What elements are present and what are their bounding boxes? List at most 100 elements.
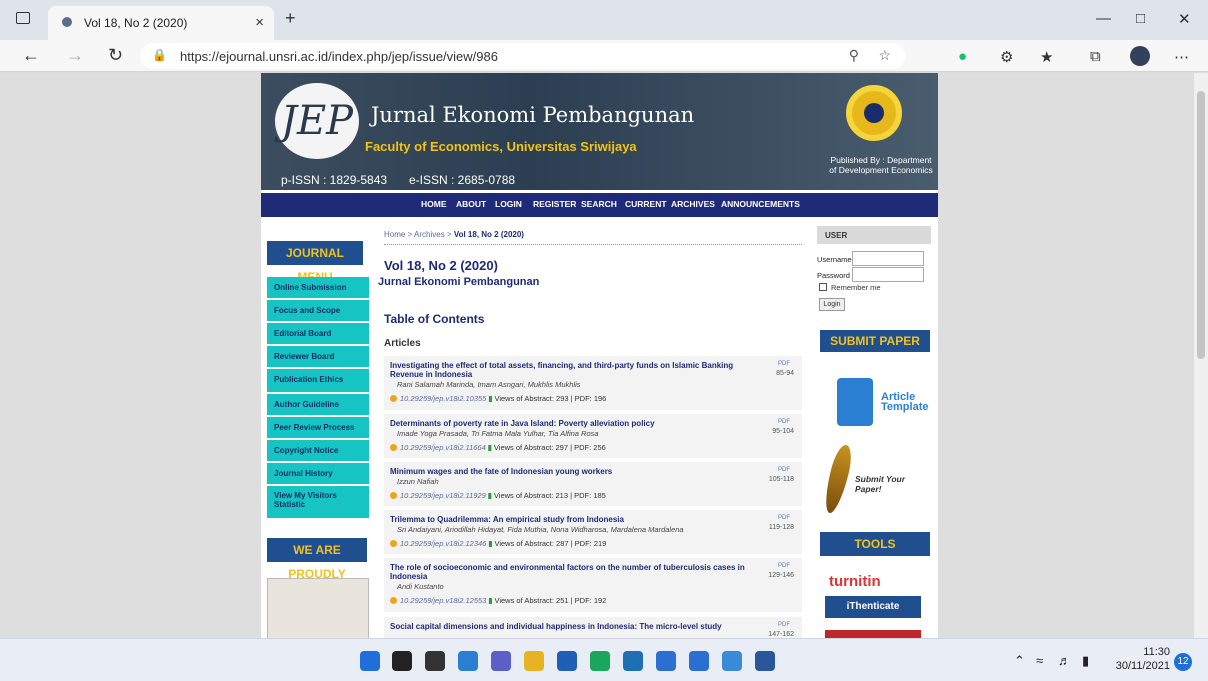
more-icon[interactable]: ⋯: [1174, 48, 1189, 66]
pdf-link[interactable]: PDF: [778, 515, 790, 521]
jep-logo[interactable]: JEP: [275, 83, 359, 159]
extensions-icon[interactable]: ⚙: [1000, 48, 1013, 66]
profile-icon[interactable]: [1130, 46, 1150, 66]
breadcrumb-home[interactable]: Home: [384, 230, 405, 239]
store-icon[interactable]: [557, 651, 577, 671]
vertical-scrollbar[interactable]: [1194, 73, 1208, 638]
task-view-icon[interactable]: [458, 651, 478, 671]
url-text[interactable]: https://ejournal.unsri.ac.id/index.php/j…: [180, 49, 498, 64]
grammarly-icon[interactable]: ●: [958, 48, 967, 65]
pdf-link[interactable]: PDF: [778, 563, 790, 569]
article-title[interactable]: Trilemma to Quadrilemma: An empirical st…: [390, 515, 750, 524]
zoom-icon[interactable]: ⚲: [849, 47, 859, 64]
wifi-icon[interactable]: ≈: [1036, 653, 1043, 668]
nav-current[interactable]: CURRENT: [625, 199, 667, 209]
menu-online-submission[interactable]: Online Submission: [267, 277, 369, 298]
document-icon: [837, 378, 873, 426]
widgets-icon[interactable]: [425, 651, 445, 671]
notification-badge[interactable]: 12: [1174, 653, 1192, 671]
article-template-link[interactable]: Article Template: [837, 374, 928, 430]
article-title[interactable]: Determinants of poverty rate in Java Isl…: [390, 419, 750, 428]
pdf-link[interactable]: PDF: [778, 467, 790, 473]
chevron-up-icon[interactable]: ⌃: [1014, 653, 1025, 669]
favorites-icon[interactable]: ★: [1040, 48, 1053, 66]
doi-icon: [390, 540, 397, 547]
submit-your-paper-link[interactable]: Submit Your Paper!: [820, 442, 929, 516]
menu-visitors-statistic[interactable]: View My Visitors Statistic: [267, 486, 369, 518]
breadcrumb-current[interactable]: Vol 18, No 2 (2020): [454, 230, 524, 239]
nav-search[interactable]: SEARCH: [581, 199, 617, 209]
menu-author-guideline[interactable]: Author Guideline: [267, 394, 369, 415]
stats-icon: ▮: [488, 596, 493, 605]
menu-reviewer-board[interactable]: Reviewer Board: [267, 346, 369, 367]
edge-icon[interactable]: [590, 651, 610, 671]
search-icon[interactable]: [392, 651, 412, 671]
stats-icon: ▮: [487, 491, 492, 500]
forward-icon[interactable]: →: [66, 45, 84, 66]
tool-banner[interactable]: [825, 630, 921, 638]
pdf-link[interactable]: PDF: [778, 419, 790, 425]
new-tab-button[interactable]: +: [285, 8, 296, 29]
doi-link[interactable]: 10.29259/jep.v18i2.10355: [400, 394, 486, 403]
tab-bar: Vol 18, No 2 (2020) × + — □ ✕: [0, 0, 1208, 40]
lock-icon[interactable]: 🔒: [152, 48, 167, 62]
nav-announcements[interactable]: ANNOUNCEMENTS: [721, 199, 800, 209]
p-issn: p-ISSN : 1829-5843: [281, 173, 388, 187]
breadcrumb-archives[interactable]: Archives: [414, 230, 445, 239]
doi-link[interactable]: 10.29259/jep.v18i2.11664: [400, 443, 486, 452]
restore-icon[interactable]: □: [1136, 10, 1145, 27]
browser-tab[interactable]: Vol 18, No 2 (2020) ×: [48, 6, 274, 40]
back-icon[interactable]: ←: [22, 45, 40, 66]
notepad-icon[interactable]: [689, 651, 709, 671]
login-button[interactable]: Login: [819, 298, 845, 311]
window-menu-icon[interactable]: [16, 12, 30, 24]
scrollbar-thumb[interactable]: [1197, 91, 1205, 359]
article-title[interactable]: The role of socioeconomic and environmen…: [390, 563, 750, 581]
minimize-icon[interactable]: —: [1096, 10, 1111, 27]
mail-icon[interactable]: [623, 651, 643, 671]
turnitin-logo[interactable]: turnitin: [829, 573, 881, 590]
nav-archives[interactable]: ARCHIVES: [671, 199, 715, 209]
close-tab-icon[interactable]: ×: [255, 14, 264, 31]
nav-about[interactable]: ABOUT: [456, 199, 486, 209]
close-window-icon[interactable]: ✕: [1178, 10, 1191, 28]
checkbox[interactable]: [819, 283, 827, 291]
menu-copyright-notice[interactable]: Copyright Notice: [267, 440, 369, 461]
doi-link[interactable]: 10.29259/jep.v18i2.12553: [400, 596, 486, 605]
article-title[interactable]: Social capital dimensions and individual…: [390, 622, 750, 631]
refresh-icon[interactable]: ↻: [108, 45, 123, 66]
username-field[interactable]: [852, 251, 924, 266]
article-title[interactable]: Minimum wages and the fate of Indonesian…: [390, 467, 750, 476]
doi-link[interactable]: 10.29259/jep.v18i2.11929: [400, 491, 486, 500]
start-icon[interactable]: [360, 651, 380, 671]
photos-icon[interactable]: [722, 651, 742, 671]
word-icon[interactable]: [755, 651, 775, 671]
nav-login[interactable]: LOGIN: [495, 199, 522, 209]
read-aloud-icon[interactable]: ☆: [878, 47, 891, 64]
doi-link[interactable]: 10.29259/jep.v18i2.12346: [400, 539, 486, 548]
article-title[interactable]: Investigating the effect of total assets…: [390, 361, 750, 379]
pdf-link[interactable]: PDF: [778, 361, 790, 367]
chat-icon[interactable]: [491, 651, 511, 671]
certificate-image[interactable]: [267, 578, 369, 638]
ithenticate-logo[interactable]: iThenticate: [825, 596, 921, 618]
remember-me[interactable]: Remember me: [819, 283, 881, 292]
battery-icon[interactable]: ▮: [1082, 653, 1089, 669]
pdf-link[interactable]: PDF: [778, 622, 790, 628]
menu-peer-review[interactable]: Peer Review Process: [267, 417, 369, 438]
menu-focus-scope[interactable]: Focus and Scope: [267, 300, 369, 321]
menu-editorial-board[interactable]: Editorial Board: [267, 323, 369, 344]
address-bar[interactable]: 🔒 https://ejournal.unsri.ac.id/index.php…: [140, 43, 905, 69]
collections-icon[interactable]: ⧉: [1090, 48, 1101, 65]
volume-icon[interactable]: ♬: [1058, 653, 1071, 668]
clock[interactable]: 11:30 30/11/2021: [1110, 645, 1170, 673]
vscode-icon[interactable]: [656, 651, 676, 671]
nav-home[interactable]: HOME: [421, 199, 447, 209]
tab-title: Vol 18, No 2 (2020): [84, 16, 188, 30]
nav-register[interactable]: REGISTER: [533, 199, 576, 209]
password-field[interactable]: [852, 267, 924, 282]
e-issn: e-ISSN : 2685-0788: [409, 173, 516, 187]
file-explorer-icon[interactable]: [524, 651, 544, 671]
menu-journal-history[interactable]: Journal History: [267, 463, 369, 484]
menu-publication-ethics[interactable]: Publication Ethics: [267, 369, 369, 392]
